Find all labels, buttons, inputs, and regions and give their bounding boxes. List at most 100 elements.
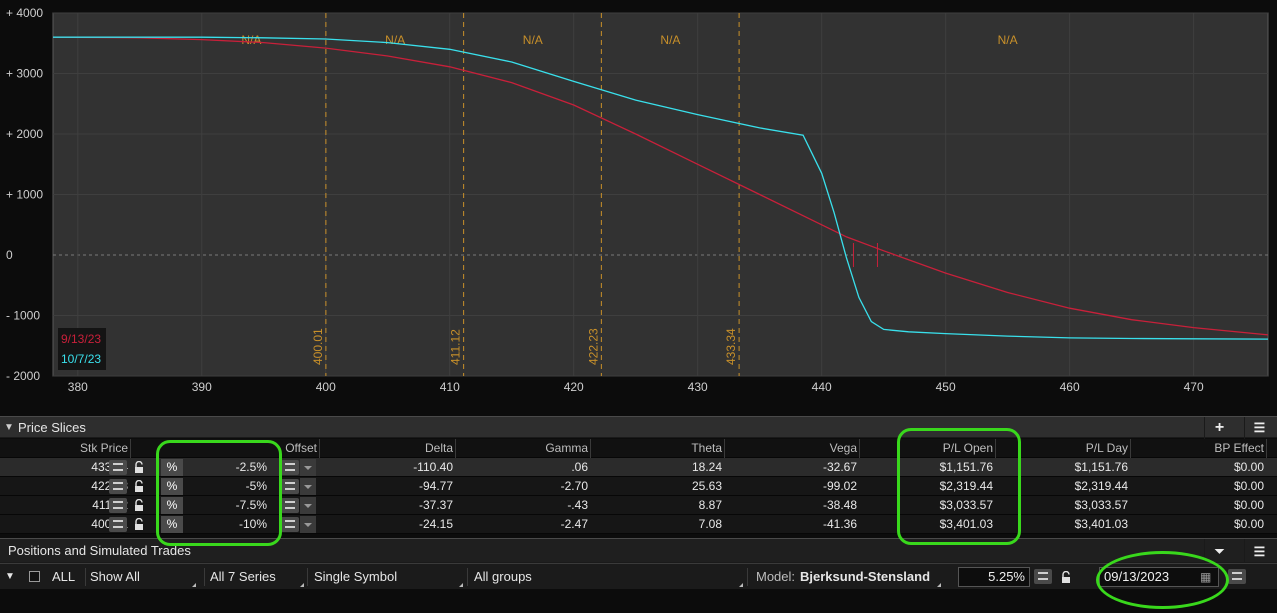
- divider: [467, 568, 468, 586]
- col-theta[interactable]: Theta: [591, 439, 725, 458]
- dropdown-corner-icon: [192, 583, 196, 587]
- y-tick-label: + 2000: [6, 127, 43, 141]
- divider: [204, 568, 205, 586]
- select-all-checkbox[interactable]: [29, 571, 40, 582]
- cell-vega: -38.48: [822, 498, 857, 512]
- price-slice-label: 400.01: [311, 328, 325, 365]
- cell-delta: -110.40: [413, 460, 453, 474]
- cell-delta: -94.77: [418, 479, 453, 493]
- cell-theta: 25.63: [691, 479, 722, 493]
- x-tick-label: 450: [936, 380, 956, 394]
- cell-delta: -37.37: [418, 498, 453, 512]
- cell-vega: -41.36: [822, 517, 857, 531]
- y-tick-label: + 4000: [6, 6, 43, 20]
- cell-bp-effect: $0.00: [1233, 517, 1264, 531]
- price-slice-label: 422.23: [586, 328, 600, 365]
- cell-theta: 18.24: [691, 460, 722, 474]
- highlight-date-field: [1096, 551, 1229, 609]
- lock-icon[interactable]: [134, 499, 144, 512]
- region-label: N/A: [385, 33, 405, 47]
- risk-profile-chart[interactable]: + 4000 + 3000 + 2000 + 1000 0 - 1000 - 2000 380…: [0, 0, 1277, 410]
- divider: [747, 568, 748, 586]
- dropdown-corner-icon: [459, 583, 463, 587]
- x-tick-label: 440: [812, 380, 832, 394]
- offset-stepper[interactable]: [281, 517, 299, 532]
- col-bp-effect[interactable]: BP Effect: [1131, 439, 1267, 458]
- risk-profile-svg: + 4000 + 3000 + 2000 + 1000 0 - 1000 - 2000 380…: [0, 6, 1277, 410]
- cell-theta: 8.87: [698, 498, 722, 512]
- offset-stepper[interactable]: [281, 498, 299, 513]
- price-stepper[interactable]: [109, 517, 127, 532]
- cell-delta: -24.15: [418, 517, 453, 531]
- interest-rate-input[interactable]: 5.25%: [958, 567, 1030, 587]
- offset-dropdown[interactable]: [300, 459, 316, 476]
- cell-gamma: .06: [571, 460, 588, 474]
- offset-stepper[interactable]: [281, 479, 299, 494]
- col-vega[interactable]: Vega: [725, 439, 860, 458]
- positions-menu-icon[interactable]: ☰: [1244, 539, 1274, 564]
- y-tick-label: + 3000: [6, 67, 43, 81]
- x-tick-label: 380: [68, 380, 88, 394]
- price-slices-title: Price Slices: [18, 419, 86, 435]
- price-slice-label: 411.12: [449, 329, 463, 365]
- cell-gamma: -.43: [567, 498, 588, 512]
- show-all-select[interactable]: Show All: [90, 564, 200, 590]
- cell-theta: 7.08: [698, 517, 722, 531]
- dropdown-corner-icon: [937, 583, 941, 587]
- dropdown-corner-icon: [300, 583, 304, 587]
- legend-entry: 9/13/23: [61, 332, 101, 346]
- offset-stepper[interactable]: [281, 460, 299, 475]
- col-gamma[interactable]: Gamma: [456, 439, 591, 458]
- positions-title: Positions and Simulated Trades: [8, 543, 191, 558]
- cell-bp-effect: $0.00: [1233, 498, 1264, 512]
- price-stepper[interactable]: [109, 479, 127, 494]
- lock-icon[interactable]: [1061, 571, 1071, 584]
- price-slices-header[interactable]: ▼ Price Slices + ☰: [0, 416, 1277, 439]
- price-slice-label: 433.34: [724, 328, 738, 365]
- menu-icon: ☰: [1253, 420, 1266, 435]
- price-stepper[interactable]: [109, 460, 127, 475]
- y-tick-label: - 2000: [6, 369, 40, 383]
- y-tick-label: - 1000: [6, 309, 40, 323]
- x-tick-label: 470: [1184, 380, 1204, 394]
- col-stk-price[interactable]: Stk Price: [0, 439, 131, 458]
- offset-dropdown[interactable]: [300, 516, 316, 533]
- cell-vega: -32.67: [822, 460, 857, 474]
- model-select[interactable]: Bjerksund-Stensland: [800, 564, 930, 590]
- region-label: N/A: [523, 33, 543, 47]
- x-tick-label: 460: [1060, 380, 1080, 394]
- lock-icon[interactable]: [134, 480, 144, 493]
- cell-gamma: -2.47: [560, 517, 588, 531]
- symbol-mode-select[interactable]: Single Symbol: [314, 564, 464, 590]
- x-tick-label: 400: [316, 380, 336, 394]
- offset-dropdown[interactable]: [300, 497, 316, 514]
- region-label: N/A: [660, 33, 680, 47]
- dropdown-corner-icon: [739, 583, 743, 587]
- col-delta[interactable]: Delta: [320, 439, 456, 458]
- rate-stepper[interactable]: [1034, 569, 1052, 584]
- x-tick-label: 420: [564, 380, 584, 394]
- add-slice-button[interactable]: +: [1204, 417, 1234, 439]
- divider: [307, 568, 308, 586]
- price-stepper[interactable]: [109, 498, 127, 513]
- highlight-pl-open-column: [897, 428, 1021, 545]
- series-select[interactable]: All 7 Series: [210, 564, 305, 590]
- date-stepper[interactable]: [1228, 569, 1246, 584]
- lock-icon[interactable]: [134, 518, 144, 531]
- region-label: N/A: [998, 33, 1018, 47]
- y-tick-label: + 1000: [6, 188, 43, 202]
- legend-entry: 10/7/23: [61, 352, 101, 366]
- x-tick-label: 390: [192, 380, 212, 394]
- x-tick-label: 410: [440, 380, 460, 394]
- cell-vega: -99.02: [822, 479, 857, 493]
- chart-spacer: [0, 398, 1277, 410]
- positions-toolbar: ▼ ALL Show All All 7 Series Single Symbo…: [0, 563, 1277, 589]
- lock-icon[interactable]: [134, 461, 144, 474]
- slices-menu-button[interactable]: ☰: [1244, 417, 1274, 439]
- groups-select[interactable]: All groups: [474, 564, 744, 590]
- offset-dropdown[interactable]: [300, 478, 316, 495]
- collapse-caret-icon[interactable]: ▼: [0, 422, 18, 433]
- cell-bp-effect: $0.00: [1233, 460, 1264, 474]
- chevron-down-icon[interactable]: ▼: [5, 564, 15, 590]
- model-label: Model:: [756, 569, 796, 584]
